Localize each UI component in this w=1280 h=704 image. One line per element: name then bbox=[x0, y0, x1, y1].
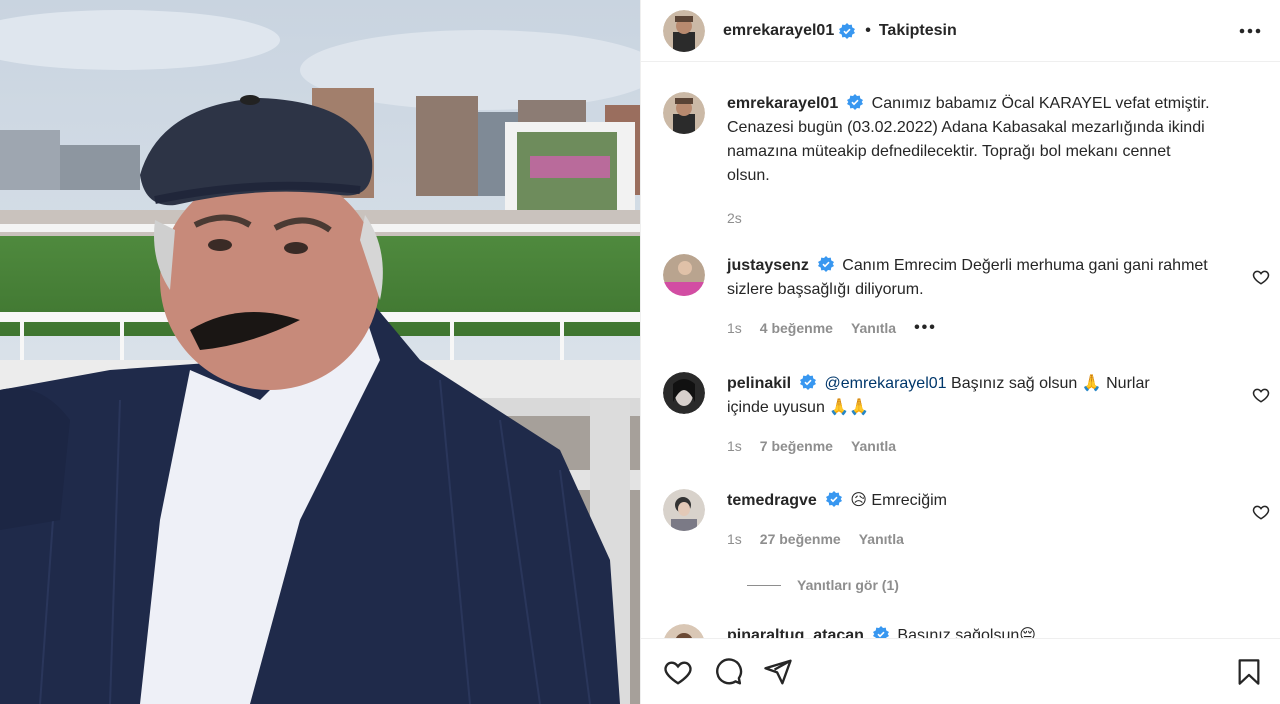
photo-illustration bbox=[0, 0, 640, 704]
heart-icon bbox=[664, 660, 692, 685]
verified-badge-icon bbox=[825, 491, 842, 507]
comment-username[interactable]: pinaraltug_atacan bbox=[727, 627, 864, 638]
comment-text: Başınız sağ olsun 🙏 Nurlar bbox=[951, 375, 1150, 392]
comment-likes[interactable]: 27 beğenme bbox=[760, 527, 841, 551]
save-button[interactable] bbox=[1232, 655, 1266, 689]
header-separator: • bbox=[865, 21, 871, 39]
caption-item: emrekarayel01 Canımız babamız Öcal KARAY… bbox=[663, 92, 1280, 230]
comment-username[interactable]: pelinakil bbox=[727, 375, 791, 392]
comments-list[interactable]: emrekarayel01 Canımız babamız Öcal KARAY… bbox=[641, 62, 1280, 638]
author-username[interactable]: emrekarayel01 bbox=[723, 22, 834, 40]
verified-badge-icon bbox=[839, 22, 856, 39]
comment-username[interactable]: justaysenz bbox=[727, 257, 809, 274]
action-bar bbox=[641, 638, 1280, 704]
commenter-avatar[interactable] bbox=[663, 489, 705, 531]
comment-time: 1s bbox=[727, 438, 742, 454]
caption-time: 2s bbox=[727, 210, 742, 226]
comment-time: 1s bbox=[727, 531, 742, 547]
comment-username[interactable]: temedragve bbox=[727, 492, 817, 509]
post-header: emrekarayel01 • Takiptesin bbox=[641, 0, 1280, 62]
verified-badge-icon bbox=[817, 256, 834, 272]
post-photo[interactable] bbox=[0, 0, 640, 704]
verified-badge-icon bbox=[847, 94, 864, 110]
share-icon bbox=[764, 659, 792, 684]
comment-text-continued: içinde uyusun 🙏🙏 bbox=[727, 399, 870, 416]
comment-item: justaysenz Canım Emrecim Değerli merhuma… bbox=[663, 254, 1280, 340]
comment-item: pinaraltug_atacan Başınız sağolsun😔 bbox=[663, 624, 1280, 638]
comment-button[interactable] bbox=[711, 655, 745, 689]
comment-likes[interactable]: 7 beğenme bbox=[760, 434, 833, 458]
comment-likes[interactable]: 4 beğenme bbox=[760, 316, 833, 340]
comment-text: Başınız sağolsun😔 bbox=[897, 627, 1036, 638]
heart-icon[interactable] bbox=[1252, 386, 1270, 404]
replies-divider bbox=[747, 584, 781, 586]
reply-button[interactable]: Yanıtla bbox=[851, 434, 896, 458]
bookmark-icon bbox=[1238, 658, 1260, 685]
view-replies-label: Yanıtları gör (1) bbox=[797, 577, 899, 593]
heart-icon[interactable] bbox=[1252, 503, 1270, 521]
comment-time: 1s bbox=[727, 320, 742, 336]
share-button[interactable] bbox=[761, 655, 795, 689]
post-detail-panel: emrekarayel01 • Takiptesin emrekarayel01… bbox=[640, 0, 1280, 704]
post-modal: emrekarayel01 • Takiptesin emrekarayel01… bbox=[0, 0, 1280, 704]
heart-icon[interactable] bbox=[1252, 268, 1270, 286]
comment-options-button[interactable]: ••• bbox=[914, 316, 937, 340]
author-avatar[interactable] bbox=[663, 9, 705, 52]
verified-badge-icon bbox=[872, 626, 889, 638]
author-avatar[interactable] bbox=[663, 92, 705, 134]
follow-status-button[interactable]: Takiptesin bbox=[879, 22, 957, 40]
comment-icon bbox=[716, 657, 743, 684]
more-options-icon[interactable] bbox=[1236, 17, 1264, 45]
commenter-avatar[interactable] bbox=[663, 254, 705, 296]
like-button[interactable] bbox=[661, 655, 695, 689]
reply-button[interactable]: Yanıtla bbox=[851, 316, 896, 340]
view-replies-button[interactable]: Yanıtları gör (1) bbox=[747, 577, 899, 593]
reply-button[interactable]: Yanıtla bbox=[859, 527, 904, 551]
commenter-avatar[interactable] bbox=[663, 624, 705, 638]
comment-mention-link[interactable]: @emrekarayel01 bbox=[824, 375, 946, 392]
verified-badge-icon bbox=[800, 374, 817, 390]
comment-item: temedragve 😥 Emreciğim 1s 27 beğenme Yan… bbox=[663, 489, 1280, 551]
caption-username[interactable]: emrekarayel01 bbox=[727, 95, 838, 112]
comment-item: pelinakil @emrekarayel01 Başınız sağ ols… bbox=[663, 372, 1280, 458]
commenter-avatar[interactable] bbox=[663, 372, 705, 414]
comment-text: 😥 Emreciğim bbox=[850, 492, 947, 509]
